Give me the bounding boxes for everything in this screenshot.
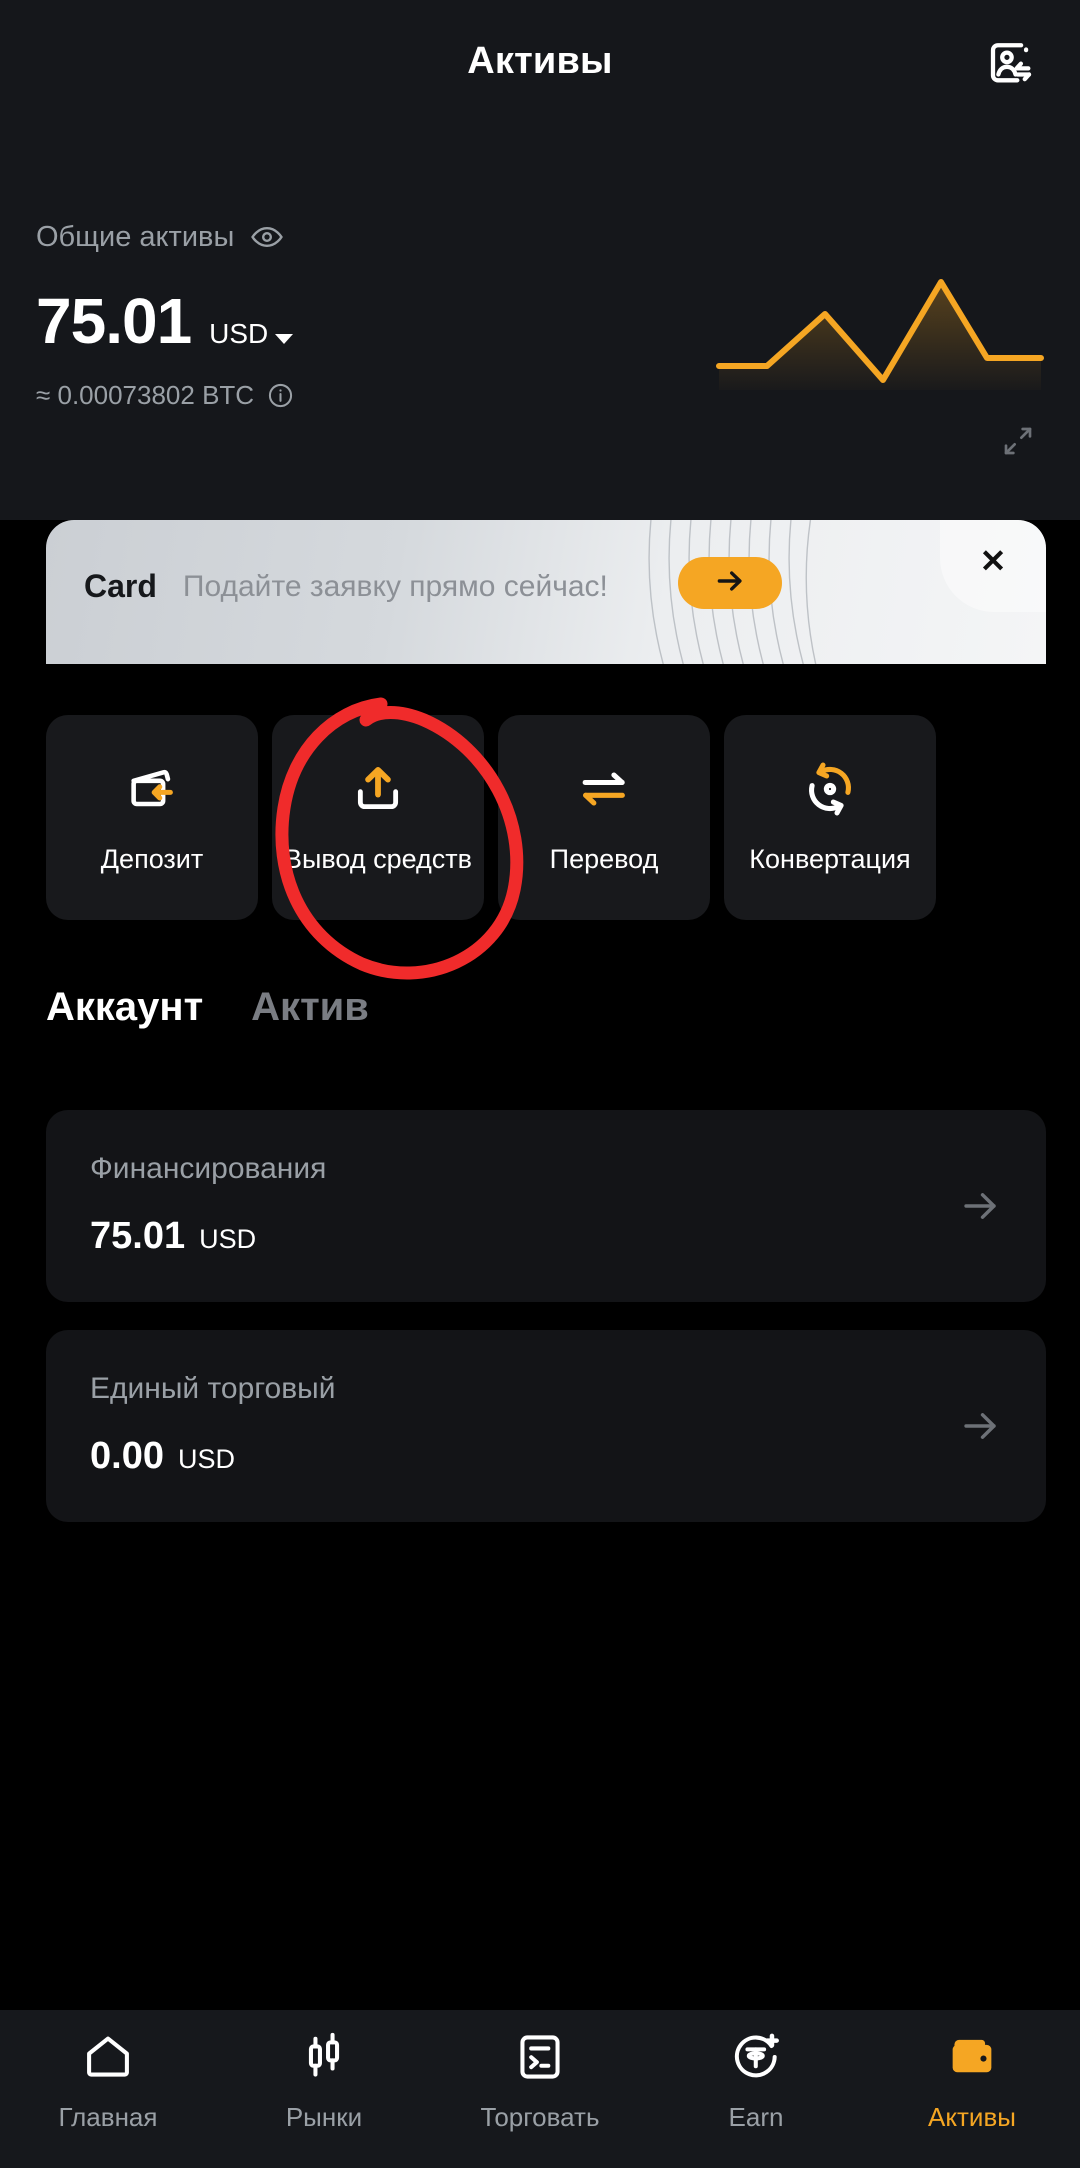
nav-item-home[interactable]: Главная <box>0 2030 216 2133</box>
arrow-right-icon <box>713 564 747 603</box>
convert-circular-icon <box>801 760 859 818</box>
transfer-arrows-icon <box>575 760 633 818</box>
action-convert[interactable]: Конвертация <box>724 715 936 920</box>
action-transfer[interactable]: Перевод <box>498 715 710 920</box>
account-card-funding[interactable]: Финансирования 75.01 USD <box>46 1110 1046 1302</box>
card-promo-banner[interactable]: Card Подайте заявку прямо сейчас! ✕ <box>46 520 1046 664</box>
banner-brand: Card <box>84 568 157 604</box>
btc-equivalent-row: ≈ 0.00073802 BTC <box>36 380 294 411</box>
chevron-down-icon <box>275 333 294 344</box>
balance-sparkline-chart[interactable] <box>715 270 1045 390</box>
trade-list-icon <box>513 2030 567 2084</box>
arrow-right-icon[interactable] <box>958 1404 1002 1448</box>
eye-icon[interactable] <box>250 220 284 254</box>
wallet-deposit-icon <box>123 760 181 818</box>
action-withdraw[interactable]: Вывод средств <box>272 715 484 920</box>
bottom-navigation: Главная Рынки Торговать Earn Активы <box>0 2010 1080 2168</box>
wallet-icon <box>945 2030 999 2084</box>
home-icon <box>81 2030 135 2084</box>
tab-asset[interactable]: Актив <box>251 985 369 1030</box>
currency-selector[interactable]: USD <box>209 318 294 350</box>
account-value-row: 75.01 USD <box>90 1215 256 1258</box>
account-card-unified-trading[interactable]: Единый торговый 0.00 USD <box>46 1330 1046 1522</box>
total-balance-row: 75.01 USD <box>36 284 294 358</box>
candlestick-icon <box>297 2030 351 2084</box>
info-icon[interactable] <box>267 382 294 409</box>
quick-actions-row: Депозит Вывод средств Перевод Конвертаци… <box>46 715 1036 920</box>
nav-item-markets[interactable]: Рынки <box>216 2030 432 2133</box>
action-deposit[interactable]: Депозит <box>46 715 258 920</box>
account-value-row: 0.00 USD <box>90 1435 235 1478</box>
action-label: Депозит <box>100 844 204 874</box>
contacts-transfer-icon[interactable] <box>984 38 1038 92</box>
nav-item-earn[interactable]: Earn <box>648 2030 864 2133</box>
account-title: Единый торговый <box>90 1372 336 1405</box>
nav-label: Активы <box>928 2102 1016 2132</box>
action-label: Вывод средств <box>283 844 473 874</box>
arrow-right-icon[interactable] <box>958 1184 1002 1228</box>
expand-icon[interactable] <box>1002 425 1034 457</box>
tab-account[interactable]: Аккаунт <box>46 985 203 1030</box>
balance-amount: 75.01 <box>36 285 192 357</box>
total-assets-label: Общие активы <box>36 220 235 253</box>
nav-label: Рынки <box>285 2102 363 2132</box>
account-currency: USD <box>177 1444 235 1474</box>
page-title: Активы <box>467 40 613 82</box>
nav-item-trade[interactable]: Торговать <box>432 2030 648 2133</box>
account-currency: USD <box>199 1224 257 1254</box>
app-header: Активы <box>0 0 1080 120</box>
account-amount: 0.00 <box>90 1435 164 1477</box>
btc-equivalent: ≈ 0.00073802 BTC <box>36 380 255 410</box>
banner-text-row: Card Подайте заявку прямо сейчас! <box>84 568 608 605</box>
account-title: Финансирования <box>90 1152 327 1185</box>
banner-cta-button[interactable] <box>678 557 782 609</box>
nav-label: Главная <box>58 2102 158 2132</box>
upload-withdraw-icon <box>349 760 407 818</box>
total-assets-label-row: Общие активы <box>36 220 284 254</box>
tether-plus-icon <box>729 2030 783 2084</box>
banner-message: Подайте заявку прямо сейчас! <box>182 569 608 603</box>
nav-item-assets[interactable]: Активы <box>864 2030 1080 2133</box>
account-amount: 75.01 <box>90 1215 186 1257</box>
action-label: Перевод <box>549 844 659 874</box>
nav-label: Торговать <box>480 2102 600 2132</box>
action-label: Конвертация <box>749 844 911 874</box>
currency-label: USD <box>209 318 269 349</box>
nav-label: Earn <box>728 2102 784 2132</box>
account-asset-tabs: Аккаунт Актив <box>46 985 369 1030</box>
